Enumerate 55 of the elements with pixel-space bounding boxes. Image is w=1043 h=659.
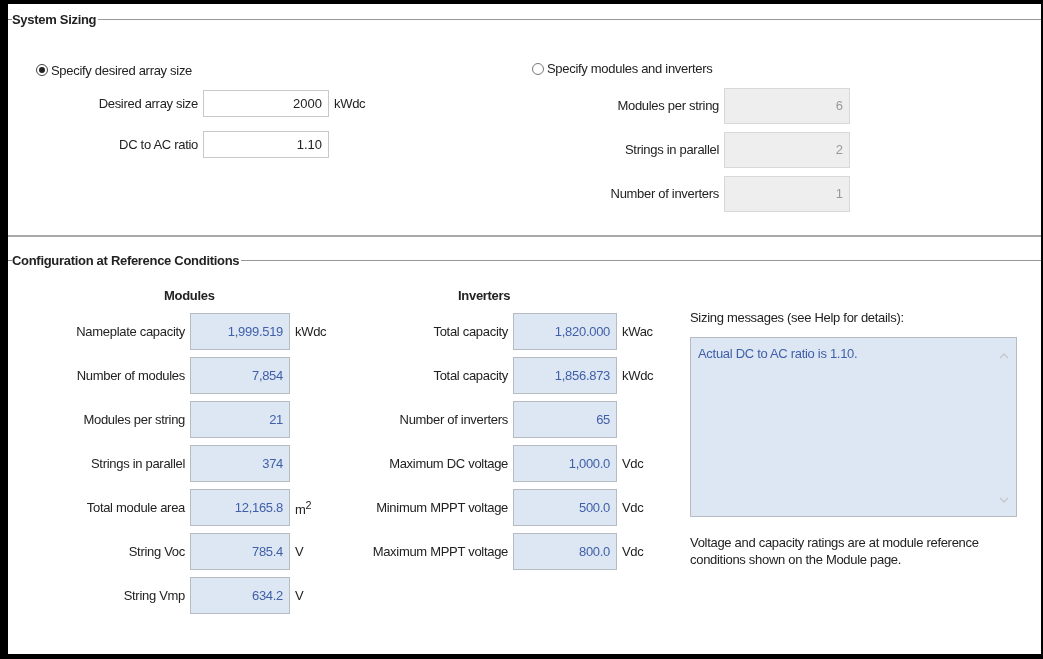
unit-label: m$^{2}$: [295, 501, 312, 517]
output-field: 374: [190, 445, 290, 482]
output-field: 1,000.0: [513, 445, 617, 482]
field-label: DC to AC ratio: [118, 136, 199, 152]
output-field: 21: [190, 401, 290, 438]
field-label: Number of inverters: [398, 412, 509, 427]
output-field: 1,820.000: [513, 313, 617, 350]
field-label: Modules per string: [82, 412, 186, 427]
field-label: Minimum MPPT voltage: [375, 500, 509, 515]
output-field: 1,999.519: [190, 313, 290, 350]
field-label: Nameplate capacity: [75, 324, 186, 339]
scroll-up-icon[interactable]: [999, 352, 1009, 359]
field-label: Number of inverters: [609, 186, 720, 201]
unit-label: kWdc: [295, 324, 327, 339]
radio-option[interactable]: Specify desired array size: [36, 62, 193, 78]
field-label: String Voc: [127, 544, 186, 559]
radio-option[interactable]: Specify modules and inverters: [532, 61, 713, 76]
output-field: 634.2: [190, 577, 290, 614]
unit-label: kWdc: [333, 95, 366, 111]
field-label: Total capacity: [432, 324, 509, 339]
field-label: Total module area: [85, 500, 186, 515]
unit-label: Vdc: [622, 456, 644, 471]
input-field[interactable]: 2000: [203, 89, 329, 117]
note-text: Voltage and capacity ratings are at module reference conditions shown on the Module page.: [690, 534, 980, 568]
section-title: Configuration at Reference Conditions: [12, 253, 241, 268]
unit-label: Vdc: [622, 500, 644, 515]
output-field: 800.0: [513, 533, 617, 570]
input-field[interactable]: 1.10: [203, 130, 329, 158]
unit-label: kWdc: [622, 368, 654, 383]
scroll-down-icon[interactable]: [999, 497, 1009, 504]
field-label: Maximum DC voltage: [388, 456, 509, 471]
field-label: String Vmp: [122, 588, 186, 603]
messages-box[interactable]: Actual DC to AC ratio is 1.10.: [690, 337, 1017, 517]
field-label: Strings in parallel: [90, 456, 186, 471]
field-label: Strings in parallel: [624, 142, 720, 157]
output-field: 65: [513, 401, 617, 438]
unit-label: V: [295, 588, 304, 603]
output-field: 12,165.8: [190, 489, 290, 526]
field-label: Maximum MPPT voltage: [371, 544, 509, 559]
section-title: System Sizing: [12, 12, 98, 27]
output-field: 785.4: [190, 533, 290, 570]
field-label: Total capacity: [432, 368, 509, 383]
field-label: Desired array size: [97, 95, 199, 111]
messages-label: Sizing messages (see Help for details):: [690, 310, 904, 325]
output-field: 1,856.873: [513, 357, 617, 394]
field-label: Number of modules: [75, 368, 186, 383]
output-field: 500.0: [513, 489, 617, 526]
unit-label: V: [295, 544, 304, 559]
unit-label: Vdc: [622, 544, 644, 559]
column-heading: Inverters: [458, 288, 511, 303]
output-field: 7,854: [190, 357, 290, 394]
message-text: Actual DC to AC ratio is 1.10.: [697, 345, 858, 363]
field-label: Modules per string: [616, 98, 720, 113]
column-heading: Modules: [164, 288, 215, 303]
unit-label: kWac: [622, 324, 653, 339]
